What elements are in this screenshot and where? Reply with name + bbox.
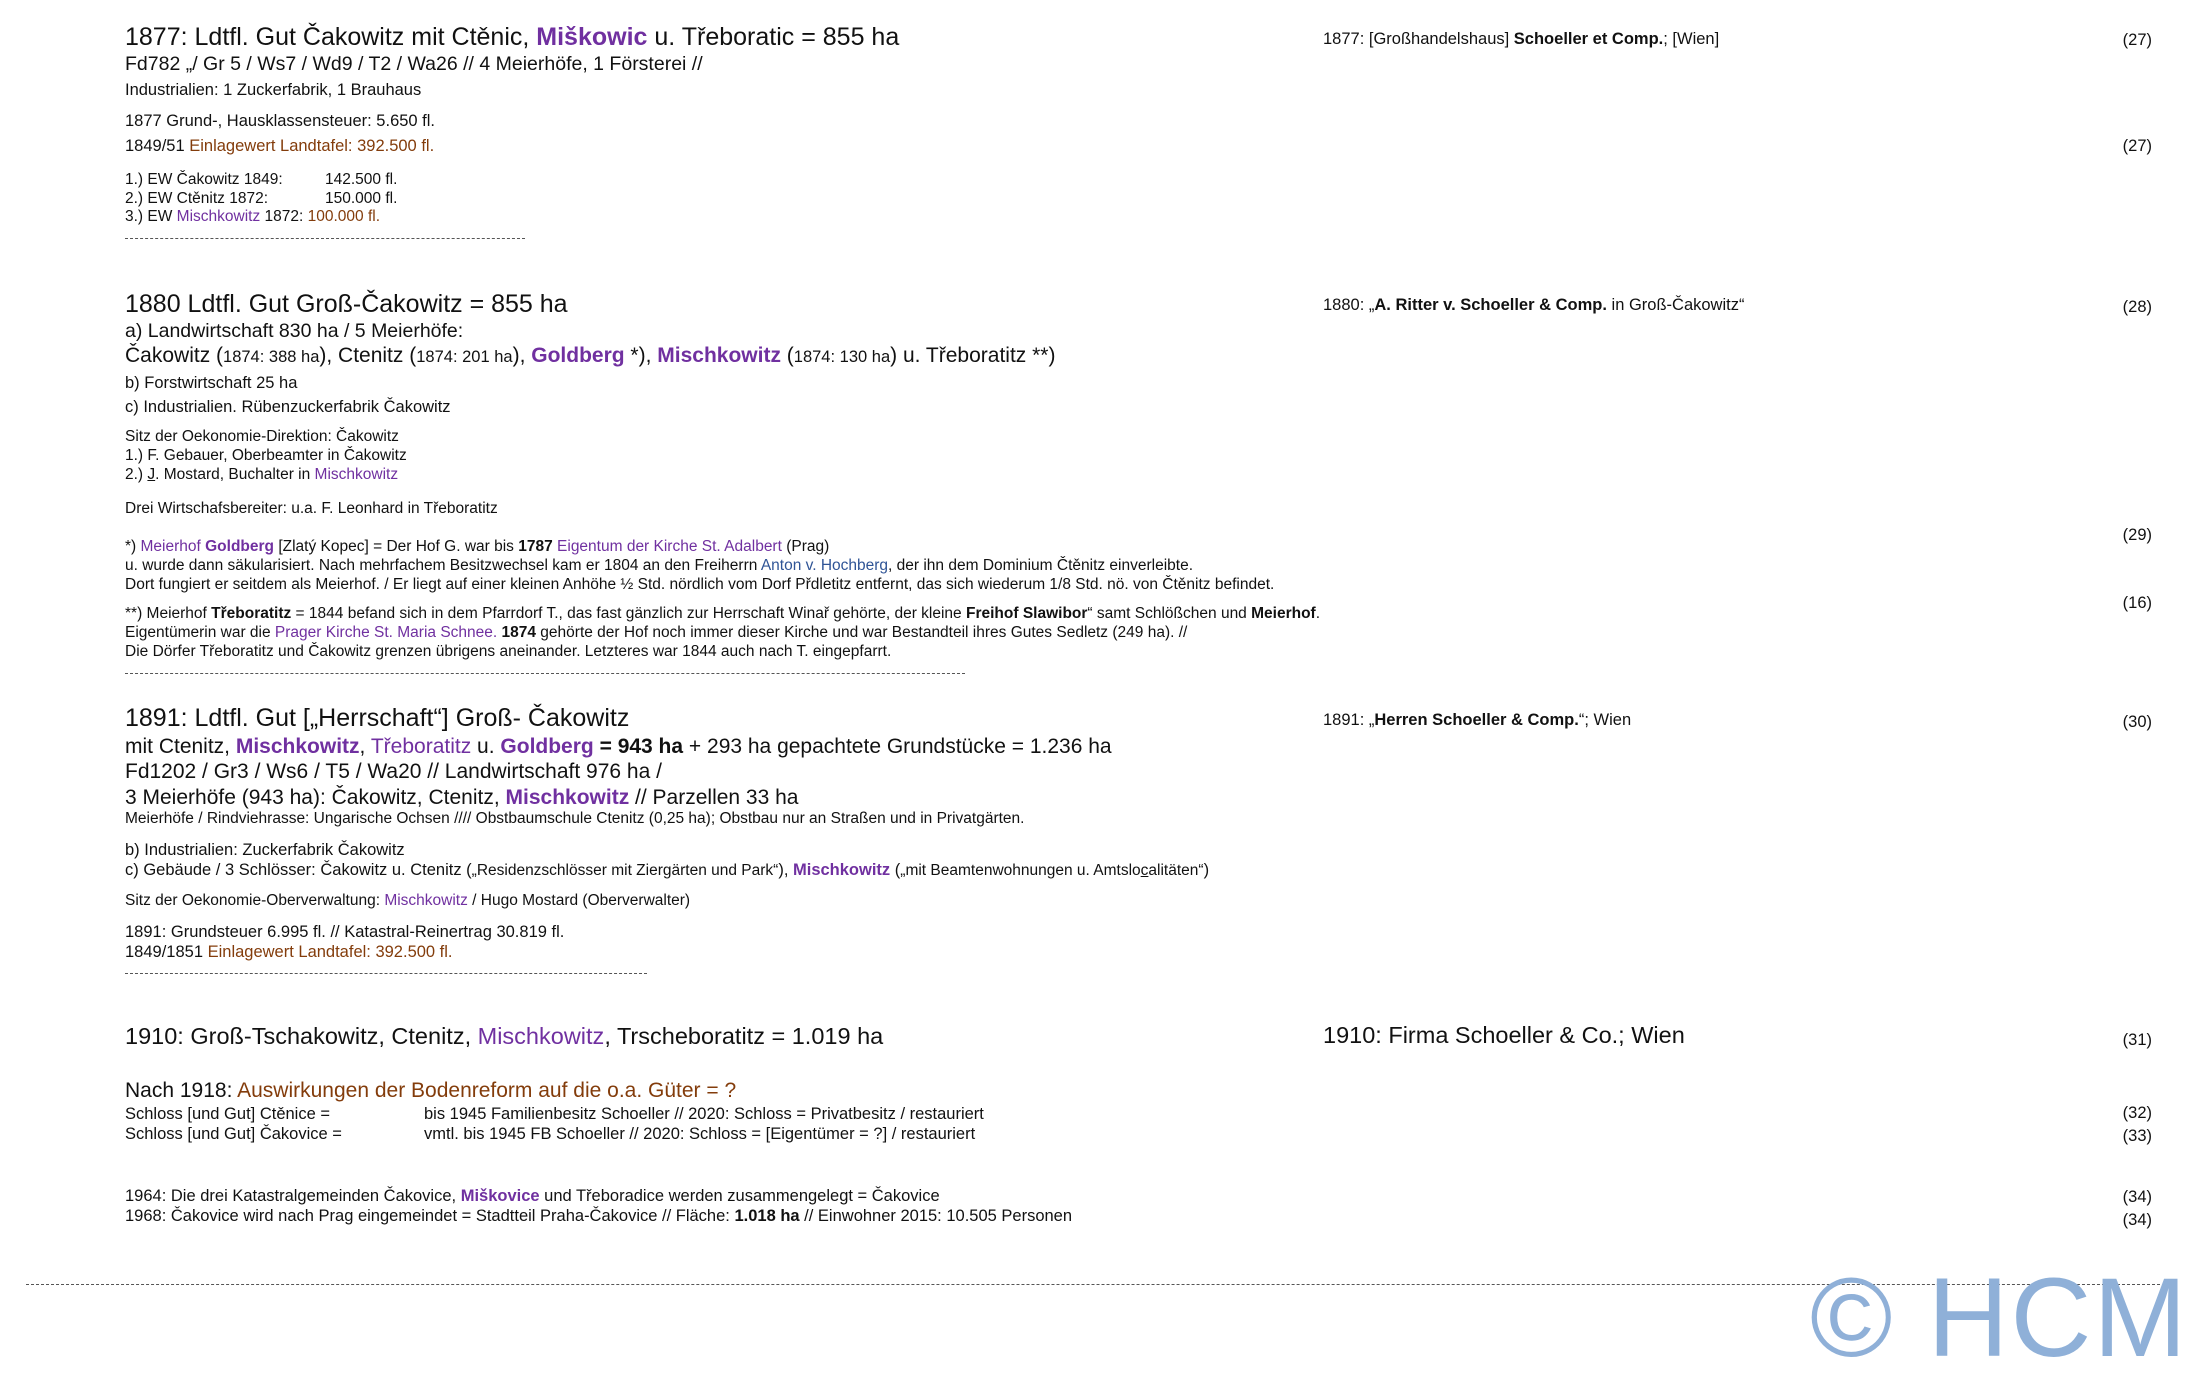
section-1880-farms: Čakowitz (1874: 388 ha), Ctenitz (1874: … — [125, 344, 1056, 368]
copyright-watermark: © HCM — [1810, 1255, 2189, 1380]
section-after-1918: Nach 1918: Auswirkungen der Bodenreform … — [125, 1078, 1355, 1226]
section-1880-staff: Drei Wirtschafsbereiter: u.a. F. Leonhar… — [125, 499, 498, 517]
castle-ctenice-row: Schloss [und Gut] Ctěnice = bis 1945 Fami… — [125, 1104, 984, 1123]
castle-cakovice-row: Schloss [und Gut] Čakovice = vmtl. bis 19… — [125, 1124, 976, 1143]
line-1968: 1968: Čakovice wird nach Prag eingemeind… — [125, 1206, 1073, 1225]
section-1891-tax: 1891: Grundsteuer 6.995 fl. // Katastral… — [125, 923, 565, 942]
section-1877-list-1: 1.) EW Čakowitz 1849: 142.500 fl. — [125, 170, 398, 188]
section-1880-seat: Sitz der Oekonomie-Direktion: Čakowitz — [125, 428, 399, 446]
section-1880-firm: 1880: „A. Ritter v. Schoeller & Comp. in… — [1323, 296, 1745, 314]
section-1891-codes: Fd1202 / Gr3 / Ws6 / T5 / Wa20 // Landwi… — [125, 760, 662, 784]
section-1910-title: 1910: Groß-Tschakowitz, Ctenitz, Mischko… — [125, 1023, 884, 1049]
section-1880-person-1: 1.) F. Gebauer, Oberbeamter in Čakowitz — [125, 447, 407, 465]
section-1877-divider — [125, 238, 525, 240]
section-1891-livestock: Meierhöfe / Rindviehrasse: Ungarische Oc… — [125, 810, 1025, 828]
section-1891: 1891: Ldtfl. Gut [„Herrschaft“] Groß- Ča… — [125, 703, 1355, 975]
footnote-treboratitz-line-3: Die Dörfer Třeboratitz und Čakowitz gren… — [125, 643, 892, 661]
reference-34b: (34) — [2122, 1211, 2152, 1229]
section-1880: 1880 Ldtfl. Gut Groß-Čakowitz = 855 ha a… — [125, 289, 1355, 675]
line-1964: 1964: Die drei Katastralgemeinden Čakovi… — [125, 1186, 940, 1205]
section-1910-firm: 1910: Firma Schoeller & Co.; Wien — [1323, 1022, 1685, 1048]
section-1877-list-2: 2.) EW Ctěnitz 1872: 150.000 fl. — [125, 189, 398, 207]
reference-32: (32) — [2122, 1104, 2152, 1122]
section-1891-title: 1891: Ldtfl. Gut [„Herrschaft“] Groß- Ča… — [125, 704, 630, 732]
section-1891-firm: 1891: „Herren Schoeller & Comp.“; Wien — [1323, 711, 1632, 729]
section-1891-estates: mit Ctenitz, Mischkowitz, Třeboratitz u.… — [125, 734, 1112, 758]
section-1891-seat: Sitz der Oekonomie-Oberverwaltung: Misch… — [125, 892, 691, 910]
section-1880-landwirtschaft: a) Landwirtschaft 830 ha / 5 Meierhöfe: — [125, 319, 464, 342]
footnote-treboratitz-line-2: Eigentümerin war die Prager Kirche St. M… — [125, 624, 1188, 642]
section-1877: 1877: Ldtfl. Gut Čakowitz mit Ctěnic, Mi… — [125, 22, 1355, 240]
reference-29: (29) — [2122, 526, 2152, 544]
section-1880-person-2: 2.) J. Mostard, Buchalter in Mischkowitz — [125, 465, 399, 483]
reference-30: (30) — [2122, 713, 2152, 731]
reference-16: (16) — [2122, 594, 2152, 612]
section-1877-list-3: 3.) EW Mischkowitz 1872: 100.000 fl. — [125, 208, 381, 226]
section-1877-firm: 1877: [Großhandelshaus] Schoeller et Com… — [1323, 30, 1720, 48]
reference-31: (31) — [2122, 1031, 2152, 1049]
section-1891-einlagewert: 1849/1851 Einlagewert Landtafel: 392.500… — [125, 943, 453, 962]
section-1877-title: 1877: Ldtfl. Gut Čakowitz mit Ctěnic, Mi… — [125, 23, 900, 51]
reference-33: (33) — [2122, 1127, 2152, 1145]
footnote-treboratitz-line-1: **) Meierhof Třeboratitz = 1844 befand s… — [125, 605, 1321, 623]
section-1877-einlagewert: 1849/51 Einlagewert Landtafel: 392.500 f… — [125, 136, 435, 155]
section-1880-title: 1880 Ldtfl. Gut Groß-Čakowitz = 855 ha — [125, 290, 568, 318]
section-after-1918-heading: Nach 1918: Auswirkungen der Bodenreform … — [125, 1079, 737, 1102]
section-1891-meierhoefe: 3 Meierhöfe (943 ha): Čakowitz, Ctenitz,… — [125, 785, 799, 809]
section-1910: 1910: Groß-Tschakowitz, Ctenitz, Mischko… — [125, 1022, 1355, 1051]
section-1877-tax: 1877 Grund-, Hausklassensteuer: 5.650 fl… — [125, 112, 436, 131]
section-1880-divider — [125, 673, 965, 675]
section-1891-industrie: b) Industrialien: Zuckerfabrik Čakowitz — [125, 841, 405, 860]
footnote-goldberg-line-2: u. wurde dann säkularisiert. Nach mehrfa… — [125, 556, 1194, 574]
reference-28: (28) — [2122, 298, 2152, 316]
section-1877-codes: Fd782 „/ Gr 5 / Ws7 / Wd9 / T2 / Wa26 //… — [125, 52, 703, 75]
reference-34a: (34) — [2122, 1188, 2152, 1206]
section-1880-industrie: c) Industrialien. Rübenzuckerfabrik Čako… — [125, 398, 451, 417]
reference-27b: (27) — [2122, 137, 2152, 155]
section-1891-gebaeude: c) Gebäude / 3 Schlösser: Čakowitz u. Ct… — [125, 861, 1210, 880]
footnote-goldberg-line-3: Dort fungiert er seitdem als Meierhof. /… — [125, 575, 1275, 593]
section-1877-industry: Industrialien: 1 Zuckerfabrik, 1 Brauhau… — [125, 81, 422, 100]
document-page: 1877: Ldtfl. Gut Čakowitz mit Ctěnic, Mi… — [0, 0, 2206, 1374]
footnote-goldberg-line-1: *) Meierhof Goldberg [Zlatý Kopec] = Der… — [125, 537, 830, 555]
reference-27a: (27) — [2122, 31, 2152, 49]
section-1880-forst: b) Forstwirtschaft 25 ha — [125, 373, 298, 392]
section-1891-divider — [125, 973, 647, 975]
